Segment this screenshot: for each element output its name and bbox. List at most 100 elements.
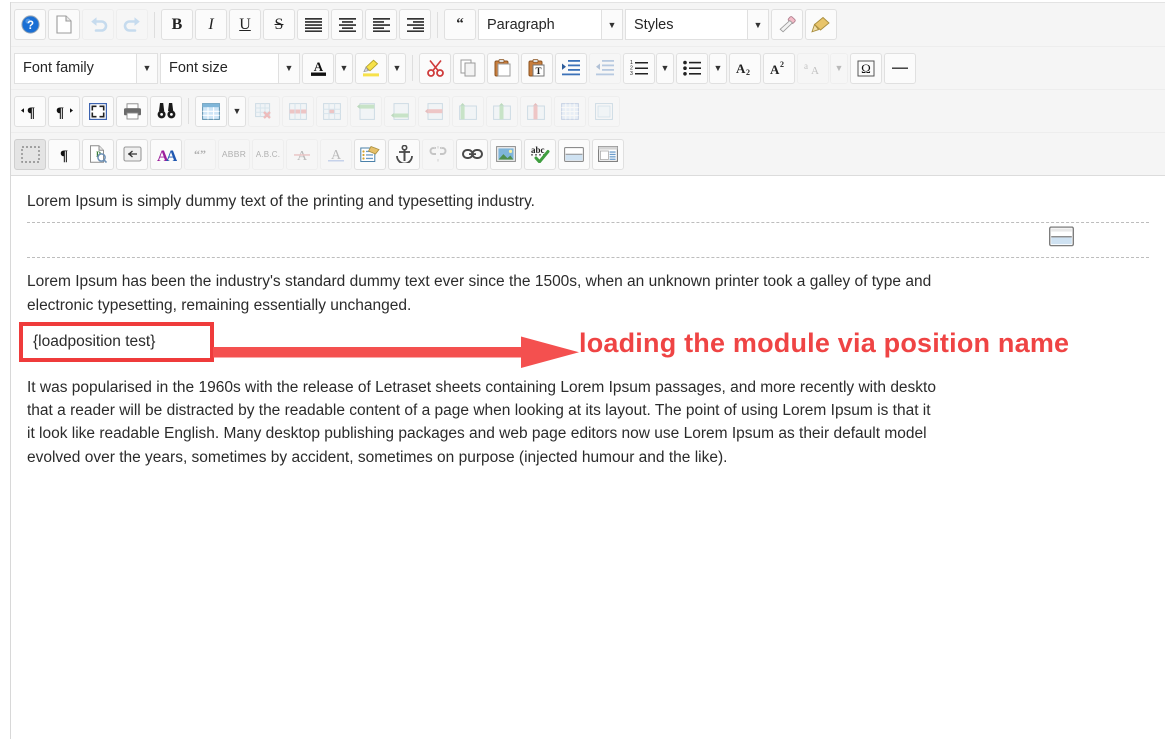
loadposition-token-highlight: {loadposition test} [19,321,214,362]
italic-icon[interactable]: I [195,9,227,40]
delete-table-icon[interactable] [248,95,280,127]
chevron-down-icon[interactable]: ▼ [601,9,623,40]
show-invisible-elements-icon[interactable] [14,138,46,170]
new-document-icon[interactable] [48,9,80,40]
insert-column-after-icon[interactable] [486,95,518,127]
align-center-icon[interactable] [331,9,363,40]
read-more-marker-icon [1048,226,1075,254]
subscript-icon[interactable]: A 2 [729,52,761,84]
insert-column-before-icon[interactable] [452,95,484,127]
rtl-direction-icon[interactable]: ¶ [48,95,80,127]
copy-icon[interactable] [453,52,485,84]
delete-column-icon[interactable] [520,95,552,127]
paragraph-1: Lorem Ipsum is simply dummy text of the … [27,193,535,210]
remove-formatting-icon[interactable] [771,9,803,40]
anchor-icon[interactable] [388,138,420,170]
toggle-editor-icon[interactable] [592,138,624,170]
paragraph-format-select[interactable]: Paragraph ▼ [478,9,623,40]
text-case-dropdown-icon[interactable]: ▼ [830,52,848,84]
svg-text:A: A [736,61,746,76]
numbered-list-dropdown-icon[interactable]: ▼ [656,52,674,84]
superscript-icon[interactable]: A 2 [763,52,795,84]
print-icon[interactable] [116,95,148,127]
insert-page-break-icon[interactable] [116,138,148,170]
svg-text:a: a [804,61,808,71]
align-right-icon[interactable] [399,9,431,40]
chevron-down-icon[interactable]: ▼ [278,52,300,84]
fullscreen-icon[interactable] [82,95,114,127]
article-index-icon[interactable] [354,138,386,170]
bullet-list-dropdown-icon[interactable]: ▼ [709,52,727,84]
toolbar-separator [412,55,413,81]
highlight-color-icon[interactable] [355,52,387,84]
svg-text:2: 2 [746,68,750,76]
read-more-icon[interactable] [558,138,590,170]
editor-content-area[interactable]: Lorem Ipsum is simply dummy text of the … [11,176,1165,721]
show-blocks-icon[interactable]: ¶ [48,138,80,170]
format-painter-icon[interactable] [805,9,837,40]
svg-text:abc: abc [531,145,545,155]
svg-text:2: 2 [780,60,784,69]
toolbar-row-2: Font family ▼ Font size ▼ A ▼ ▼ T 1 2 3 … [11,46,1165,89]
toolbar-row-3: ¶ ¶ ▼ [11,89,1165,132]
indent-increase-icon[interactable] [555,52,587,84]
redo-icon[interactable] [116,9,148,40]
acronym-icon[interactable]: A.B.C. [252,138,284,170]
align-justify-icon[interactable] [297,9,329,40]
table-cell-properties-icon[interactable] [316,95,348,127]
table-row-properties-icon[interactable] [282,95,314,127]
svg-text:¶: ¶ [27,105,35,119]
chevron-down-icon[interactable]: ▼ [136,52,158,84]
text-color-icon[interactable]: A [302,52,334,84]
insert-image-icon[interactable] [490,138,522,170]
toolbar-row-1: ? B I U S “ Paragraph ▼ Styles ▼ [11,3,1165,46]
quotation-icon[interactable]: “” [184,138,216,170]
annotation-arrow-icon [213,334,581,377]
bold-icon[interactable]: B [161,9,193,40]
blockquote-icon[interactable]: “ [444,9,476,40]
inserted-text-icon[interactable]: A [320,138,352,170]
highlight-color-dropdown-icon[interactable]: ▼ [388,52,406,84]
link-icon[interactable] [456,138,488,170]
underline-icon[interactable]: U [229,9,261,40]
text-case-icon[interactable]: a A [797,52,829,84]
strikethrough-icon[interactable]: S [263,9,295,40]
font-family-value: Font family [14,52,136,84]
align-left-icon[interactable] [365,9,397,40]
abbreviation-icon[interactable]: ABBR [218,138,250,170]
split-merge-cells-icon[interactable] [554,95,586,127]
ltr-direction-icon[interactable]: ¶ [14,95,46,127]
special-character-icon[interactable]: Ω [850,52,882,84]
svg-text:3: 3 [630,71,633,76]
undo-icon[interactable] [82,9,114,40]
loadposition-annotation-group: {loadposition test} loading the module v… [19,321,1149,368]
search-replace-icon[interactable] [150,95,182,127]
font-family-select[interactable]: Font family ▼ [14,52,158,84]
page-properties-icon[interactable]: P [82,138,114,170]
font-style-icon[interactable]: A A [150,138,182,170]
font-size-select[interactable]: Font size ▼ [160,52,300,84]
help-icon[interactable]: ? [14,9,46,40]
horizontal-rule-icon[interactable] [884,52,916,84]
loadposition-token-text: {loadposition test} [33,333,156,351]
table-dropdown-icon[interactable]: ▼ [228,95,246,127]
split-cell-icon[interactable] [588,95,620,127]
insert-table-icon[interactable] [195,95,227,127]
insert-row-after-icon[interactable] [384,95,416,127]
cut-icon[interactable] [419,52,451,84]
deleted-text-icon[interactable]: A [286,138,318,170]
insert-row-before-icon[interactable] [350,95,382,127]
chevron-down-icon[interactable]: ▼ [747,9,769,40]
bullet-list-icon[interactable] [676,52,708,84]
styles-select[interactable]: Styles ▼ [625,9,769,40]
indent-decrease-icon[interactable] [589,52,621,84]
numbered-list-icon[interactable]: 123 [623,52,655,84]
paste-as-text-icon[interactable]: T [521,52,553,84]
delete-row-icon[interactable] [418,95,450,127]
text-color-dropdown-icon[interactable]: ▼ [335,52,353,84]
paragraph-format-value: Paragraph [478,9,601,40]
unlink-icon[interactable] [422,138,454,170]
annotation-label: loading the module via position name [579,327,1070,358]
spellcheck-icon[interactable]: abc [524,138,556,170]
paste-icon[interactable] [487,52,519,84]
